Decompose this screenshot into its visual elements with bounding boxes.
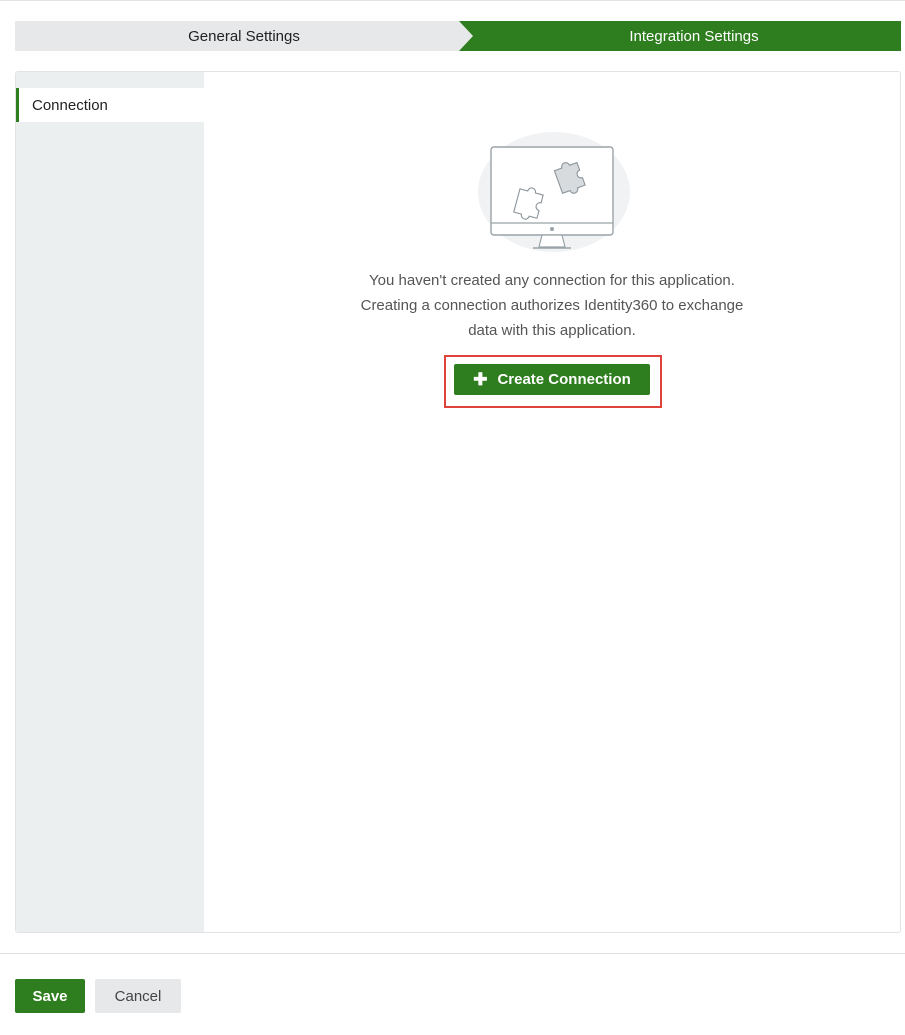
sidebar-item-label: Connection — [32, 96, 108, 114]
empty-state-line-1: You haven't created any connection for t… — [369, 272, 735, 289]
empty-state-line-2: Creating a connection authorizes Identit… — [360, 297, 744, 314]
plus-icon: ✚ — [473, 370, 488, 389]
step-general-label: General Settings — [188, 27, 300, 45]
top-divider — [0, 0, 905, 1]
empty-state-message: You haven't created any connection for t… — [204, 268, 900, 343]
sidebar: Connection — [16, 72, 204, 932]
cancel-button[interactable]: Cancel — [95, 979, 181, 1013]
save-button[interactable]: Save — [15, 979, 85, 1013]
footer-divider — [0, 953, 905, 954]
empty-state-line-3: data with this application. — [468, 322, 636, 339]
create-connection-button[interactable]: ✚ Create Connection — [454, 364, 650, 395]
create-connection-label: Create Connection — [497, 371, 631, 388]
sidebar-item-connection[interactable]: Connection — [16, 88, 204, 122]
settings-panel: Connection You haven't created any conne — [15, 71, 901, 933]
step-integration-label: Integration Settings — [629, 27, 759, 45]
monitor-puzzle-illustration — [469, 127, 635, 257]
wizard-stepper: General Settings Integration Settings — [15, 21, 901, 51]
main-content: You haven't created any connection for t… — [204, 72, 900, 932]
step-integration-settings[interactable]: Integration Settings — [459, 21, 901, 51]
step-general-settings[interactable]: General Settings — [15, 21, 473, 51]
